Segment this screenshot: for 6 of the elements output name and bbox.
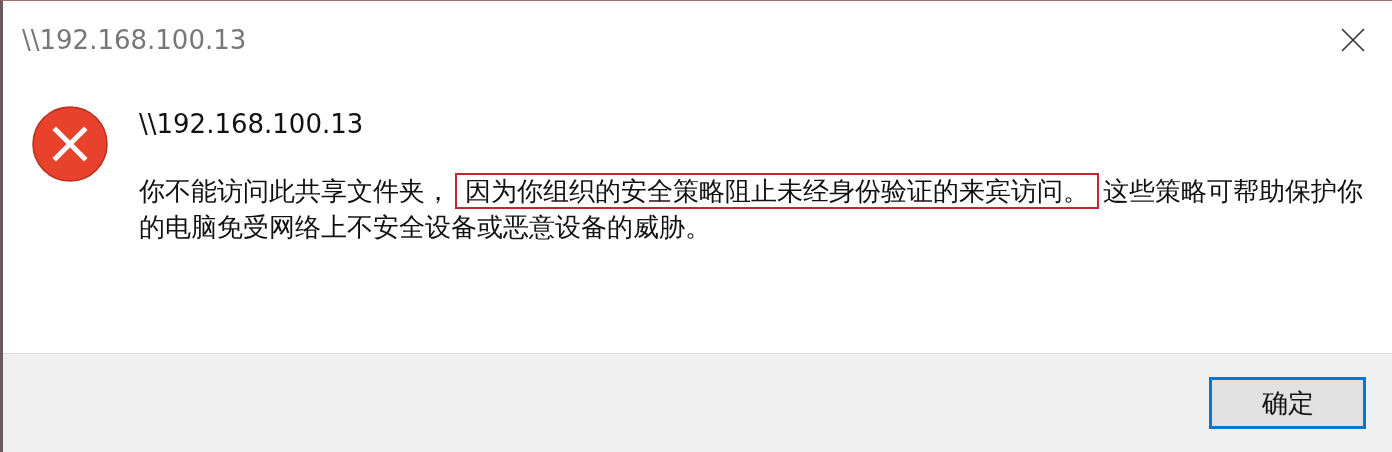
- message-text: 你不能访问此共享文件夹， 因为你组织的安全策略阻止未经身份验证的来宾访问。 这些策略可帮助保护你的电脑免受网络上不安全设备或恶意设备的威胁。: [139, 173, 1369, 245]
- window-title: \\192.168.100.13: [22, 25, 247, 55]
- close-icon[interactable]: [1340, 27, 1366, 53]
- ok-button[interactable]: 确定: [1209, 377, 1366, 429]
- error-icon: [31, 105, 109, 183]
- message-heading: \\192.168.100.13: [139, 109, 365, 139]
